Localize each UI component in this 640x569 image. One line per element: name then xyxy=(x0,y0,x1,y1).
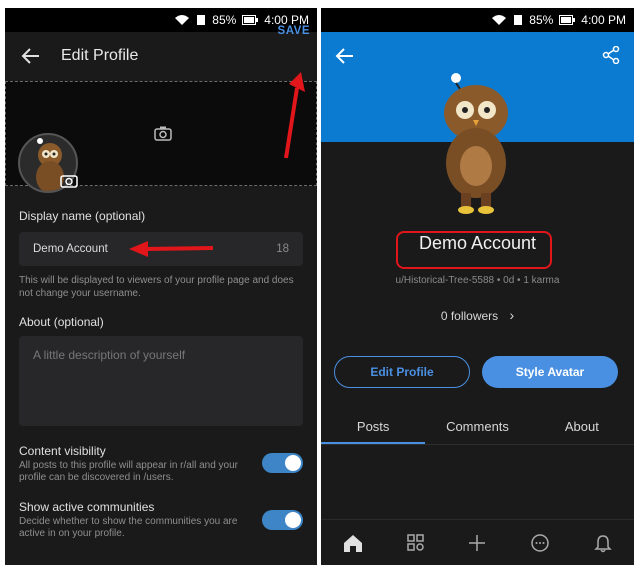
tab-posts[interactable]: Posts xyxy=(321,408,426,444)
annotation-highlight-box xyxy=(396,231,552,269)
battery-percent: 85% xyxy=(529,13,554,27)
annotation-arrows xyxy=(129,72,305,257)
bottom-navigation xyxy=(321,519,634,565)
wifi-icon xyxy=(492,15,507,25)
profile-screen: 85% 4:00 PM Demo Account u/Historical-Tr… xyxy=(321,8,634,565)
followers-label: 0 followers xyxy=(440,309,499,323)
battery-icon xyxy=(559,15,576,25)
username-meta: u/Historical-Tree-5588 • 0d • 1 karma xyxy=(395,275,560,286)
tab-about[interactable]: About xyxy=(530,408,634,444)
status-bar: 85% 4:00 PM xyxy=(321,8,634,32)
share-icon[interactable] xyxy=(602,46,620,64)
followers-count[interactable]: 0 followers › xyxy=(321,307,634,323)
tab-comments[interactable]: Comments xyxy=(425,408,529,444)
back-arrow-icon[interactable] xyxy=(335,46,355,66)
discover-icon[interactable] xyxy=(406,533,426,553)
chevron-right-icon: › xyxy=(509,307,515,323)
owl-avatar-large xyxy=(444,73,508,214)
clock: 4:00 PM xyxy=(581,13,626,27)
bell-icon[interactable] xyxy=(593,533,613,553)
style-avatar-button[interactable]: Style Avatar xyxy=(482,356,618,388)
edit-profile-button[interactable]: Edit Profile xyxy=(334,356,470,388)
chat-icon[interactable] xyxy=(529,533,551,553)
profile-tabs: Posts Comments About xyxy=(321,408,634,444)
edit-profile-screen: 85% 4:00 PM Edit Profile SAVE Display na… xyxy=(5,8,317,565)
sim-icon xyxy=(514,15,523,25)
home-icon[interactable] xyxy=(342,533,364,553)
plus-icon[interactable] xyxy=(467,533,487,553)
tabs-divider xyxy=(321,444,634,445)
